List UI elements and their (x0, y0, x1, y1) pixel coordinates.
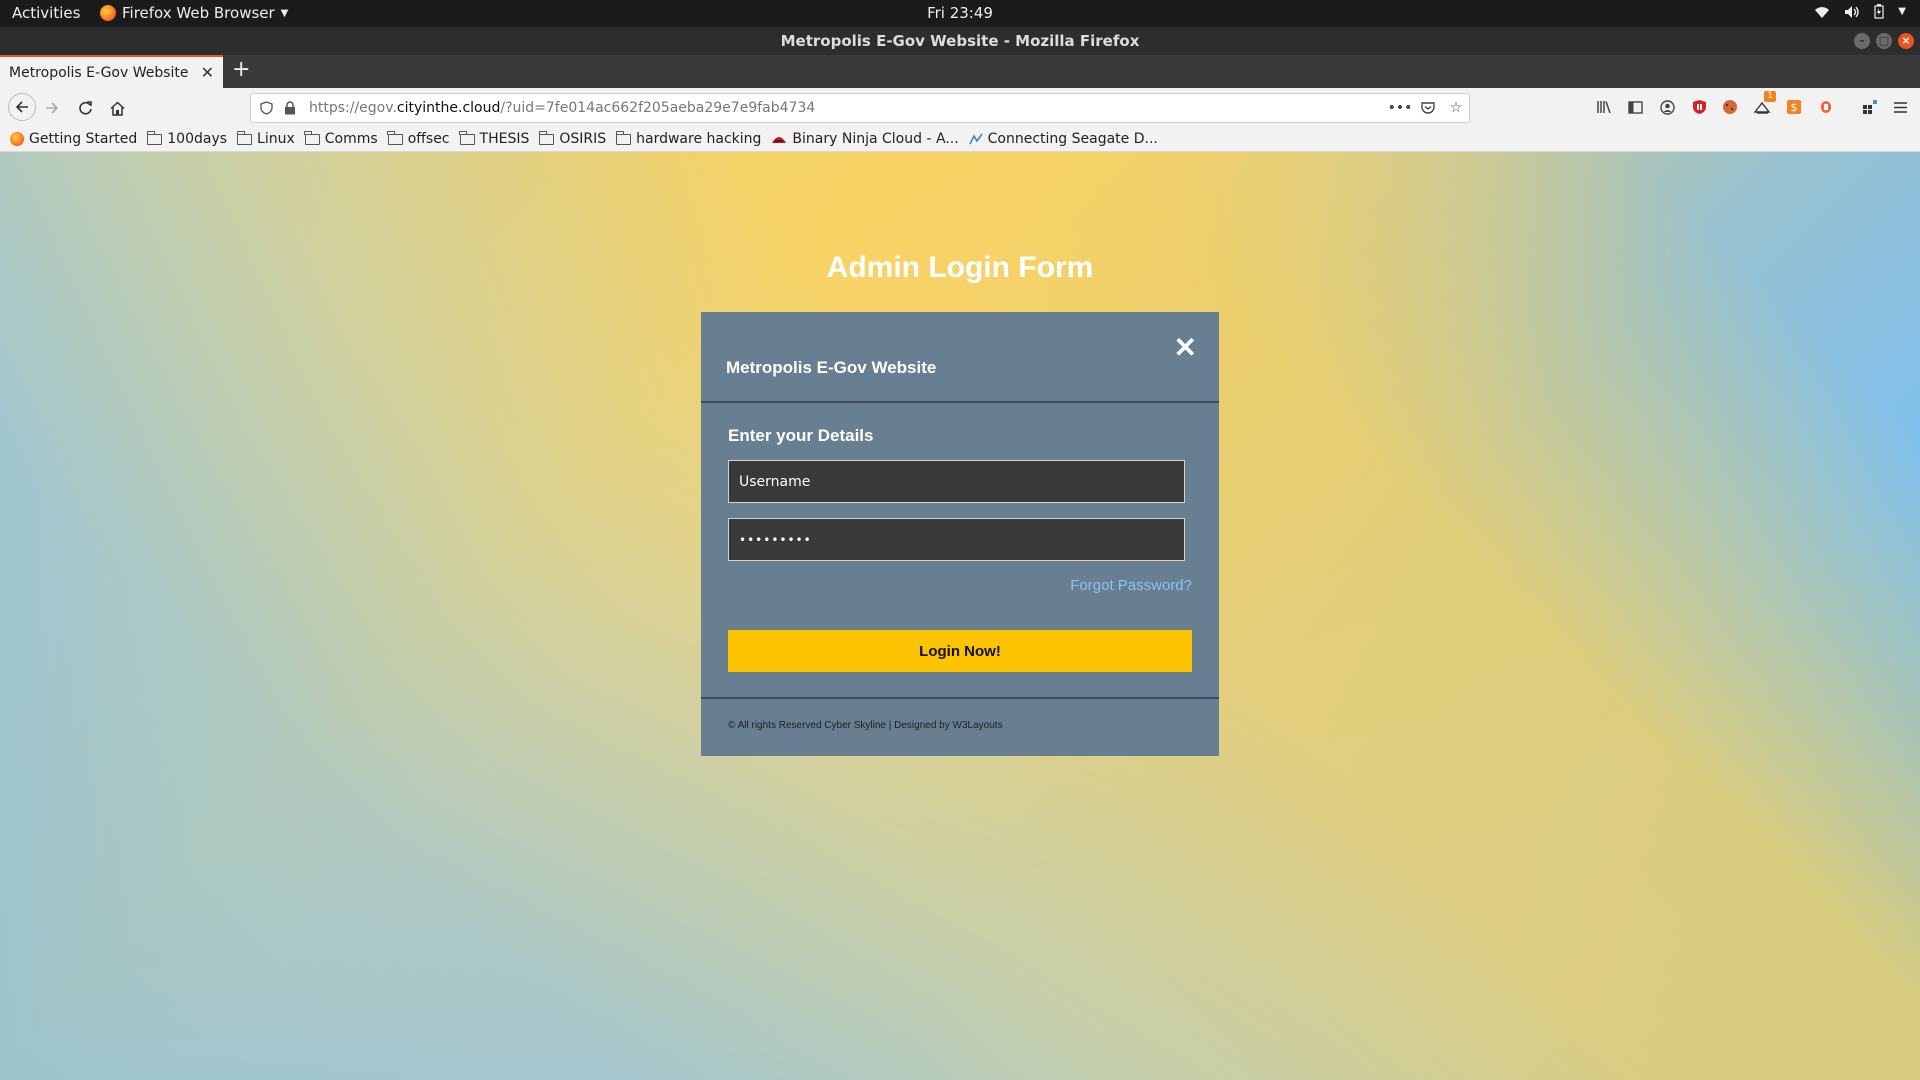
url-bar[interactable]: https://egov.cityinthe.cloud/?uid=7fe014… (250, 93, 1470, 123)
battery-icon (1874, 4, 1884, 19)
card-site-title: Metropolis E-Gov Website (726, 358, 937, 377)
forward-button[interactable] (40, 96, 64, 120)
tab-title: Metropolis E-Gov Website (9, 64, 189, 81)
url-prefix: https://egov. (309, 100, 397, 116)
account-icon[interactable] (1657, 97, 1677, 117)
header-divider (701, 401, 1219, 403)
bookmark-label: 100days (167, 131, 228, 147)
firefox-icon (10, 132, 24, 146)
folder-icon (459, 130, 475, 145)
window-title-bar: Metropolis E-Gov Website - Mozilla Firef… (0, 27, 1920, 55)
window-title: Metropolis E-Gov Website - Mozilla Firef… (780, 32, 1140, 50)
bookmark-label: hardware hacking (636, 131, 762, 147)
wifi-icon (1814, 5, 1830, 19)
url-path: /?uid=7fe014ac662f205aeba29e7e9fab4734 (500, 100, 816, 116)
tab-metropolis[interactable]: Metropolis E-Gov Website ✕ (0, 55, 223, 88)
close-tab-icon[interactable]: ✕ (201, 63, 214, 82)
lock-icon[interactable] (281, 99, 299, 117)
login-card: ✕ Metropolis E-Gov Website Enter your De… (701, 312, 1219, 756)
folder-icon (387, 130, 403, 145)
password-field[interactable]: ••••••••• (728, 518, 1185, 561)
seagate-icon (968, 133, 983, 145)
hamburger-menu-icon[interactable] (1890, 97, 1910, 117)
activities-button[interactable]: Activities (12, 4, 80, 22)
bookmark-star-icon[interactable]: ☆ (1447, 99, 1465, 117)
dollar-extension-icon[interactable]: $ (1784, 97, 1804, 117)
library-icon[interactable] (1594, 97, 1614, 117)
svg-text:$: $ (1791, 101, 1798, 114)
home-button[interactable] (105, 96, 129, 120)
bookmark-label: Binary Ninja Cloud - A... (792, 131, 959, 147)
gnome-top-bar: Activities Firefox Web Browser ▼ Fri 23:… (0, 0, 1920, 27)
page-actions-icon[interactable]: ••• (1388, 99, 1413, 117)
bookmark-folder-hardware-hacking[interactable]: hardware hacking (615, 130, 762, 147)
pocket-icon[interactable] (1419, 99, 1437, 117)
notifications-extension-icon[interactable]: 1 (1752, 91, 1776, 117)
reload-icon (78, 100, 92, 115)
binja-icon (772, 137, 787, 143)
new-tab-button[interactable]: + (232, 57, 250, 82)
forgot-password-link[interactable]: Forgot Password? (1070, 577, 1192, 594)
back-arrow-icon (15, 101, 28, 113)
login-button[interactable]: Login Now! (728, 630, 1192, 672)
bookmark-binary-ninja[interactable]: Binary Ninja Cloud - A... (771, 131, 959, 147)
hand-extension-icon[interactable] (1816, 97, 1836, 117)
bookmark-label: Connecting Seagate D... (987, 131, 1158, 147)
app-menu-label: Firefox Web Browser (122, 4, 275, 22)
forward-arrow-icon (46, 102, 59, 114)
reload-button[interactable] (73, 96, 97, 120)
folder-icon (146, 130, 163, 145)
bookmarks-toolbar: Getting Started 100days Linux Comms offs… (0, 127, 1920, 152)
close-icon[interactable]: ✕ (1174, 334, 1197, 362)
cookie-extension-icon[interactable] (1720, 97, 1740, 117)
bookmark-folder-osiris[interactable]: OSIRIS (538, 130, 607, 147)
chevron-down-icon: ▼ (280, 7, 289, 19)
back-button[interactable] (8, 93, 36, 121)
bookmark-label: offsec (407, 131, 450, 147)
bookmark-label: Getting Started (29, 131, 138, 147)
navigation-toolbar: https://egov.cityinthe.cloud/?uid=7fe014… (0, 88, 1920, 127)
bookmark-getting-started[interactable]: Getting Started (10, 131, 137, 147)
system-menu-chevron-icon: ▼ (1898, 6, 1906, 17)
copyright-footer: © All rights Reserved Cyber Skyline | De… (728, 720, 1003, 731)
url-text[interactable]: https://egov.cityinthe.cloud/?uid=7fe014… (309, 100, 815, 116)
folder-icon (304, 130, 320, 145)
sidebar-icon[interactable] (1625, 97, 1645, 117)
bookmark-folder-100days[interactable]: 100days (146, 130, 228, 147)
page-viewport: Admin Login Form ✕ Metropolis E-Gov Webs… (0, 152, 1920, 1080)
username-field[interactable]: Username (728, 460, 1185, 503)
bookmark-folder-linux[interactable]: Linux (236, 130, 295, 147)
bookmark-folder-offsec[interactable]: offsec (387, 130, 450, 147)
firefox-icon (100, 5, 116, 21)
minimize-button[interactable]: – (1854, 33, 1870, 49)
ublock-extension-icon[interactable] (1689, 97, 1709, 117)
footer-divider (701, 697, 1219, 699)
bookmark-label: Linux (257, 131, 295, 147)
bookmark-folder-comms[interactable]: Comms (304, 130, 378, 147)
bookmark-label: THESIS (479, 131, 530, 147)
system-tray[interactable]: ▼ (1814, 4, 1906, 19)
bookmark-label: OSIRIS (559, 131, 607, 147)
details-heading: Enter your Details (728, 426, 874, 445)
notification-badge: 1 (1764, 91, 1776, 102)
close-window-button[interactable]: × (1898, 33, 1914, 49)
folder-icon (615, 130, 632, 145)
home-icon (109, 100, 125, 116)
bookmark-folder-thesis[interactable]: THESIS (459, 130, 530, 147)
folder-icon (538, 130, 555, 145)
extensions-overflow-icon[interactable] (1860, 97, 1880, 117)
tab-strip: Metropolis E-Gov Website ✕ + (0, 55, 1920, 88)
tracking-protection-shield-icon[interactable] (257, 99, 275, 117)
folder-icon (236, 130, 253, 145)
maximize-button[interactable]: □ (1876, 33, 1892, 49)
url-domain: cityinthe.cloud (396, 100, 501, 116)
bookmark-seagate[interactable]: Connecting Seagate D... (968, 131, 1158, 147)
page-title: Admin Login Form (826, 251, 1094, 284)
app-menu-button[interactable]: Firefox Web Browser ▼ (100, 4, 288, 22)
volume-icon (1844, 5, 1860, 19)
bookmark-label: Comms (324, 131, 378, 147)
